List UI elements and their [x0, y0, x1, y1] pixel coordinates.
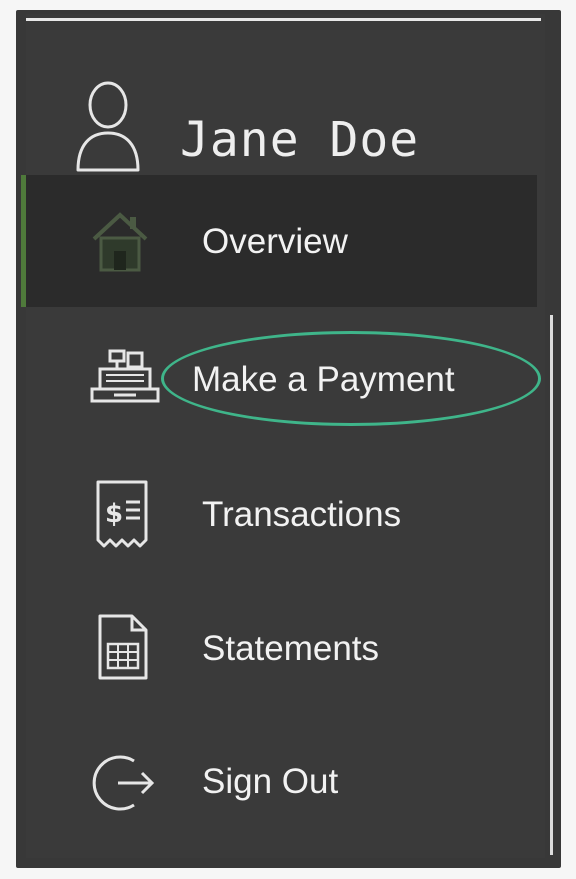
cash-register-icon	[90, 349, 160, 403]
nav-item-overview[interactable]: Overview	[21, 175, 537, 307]
house-icon	[92, 212, 148, 272]
spreadsheet-icon	[98, 614, 148, 680]
nav-label-overview: Overview	[202, 222, 348, 261]
nav-label-sign-out: Sign Out	[202, 762, 339, 801]
svg-text:$: $	[105, 499, 123, 529]
highlight-annotation	[161, 331, 541, 426]
receipt-icon: $	[96, 480, 148, 548]
sign-out-icon	[92, 755, 155, 811]
nav-item-transactions[interactable]: $ Transactions	[26, 448, 537, 580]
nav-label-transactions: Transactions	[202, 495, 402, 534]
sidebar-nav: Overview Make a Payment $ Transactions S…	[0, 0, 576, 879]
nav-item-sign-out[interactable]: Sign Out	[26, 715, 537, 847]
nav-label-statements: Statements	[202, 629, 380, 668]
nav-item-statements[interactable]: Statements	[26, 582, 537, 714]
active-indicator	[21, 175, 26, 307]
scrollbar[interactable]	[550, 315, 553, 855]
